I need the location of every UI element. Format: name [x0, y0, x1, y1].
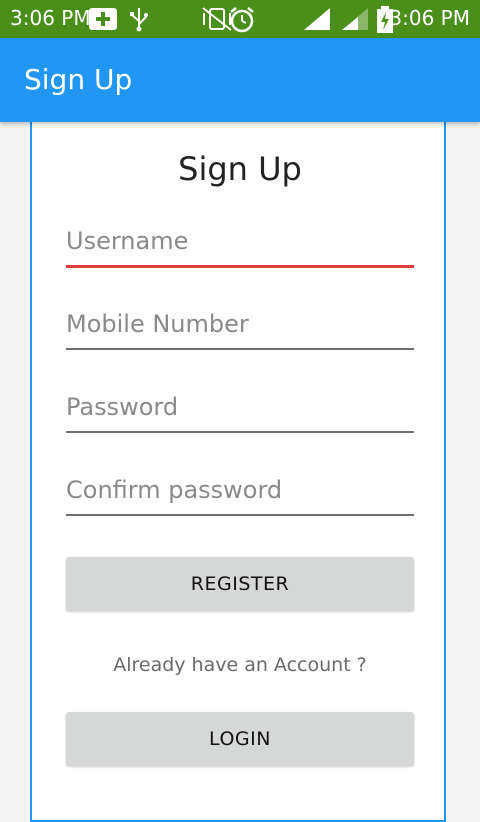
confirm-password-field[interactable]: Confirm password	[66, 474, 414, 516]
signal-icon	[304, 8, 330, 30]
usb-icon	[130, 8, 148, 32]
status-time-left: 3:06 PM	[10, 6, 91, 30]
username-field[interactable]: Username	[66, 225, 414, 268]
register-button[interactable]: REGISTER	[66, 557, 414, 611]
already-have-account-text: Already have an Account ?	[113, 654, 367, 676]
password-placeholder: Password	[66, 393, 179, 421]
form-heading: Sign Up	[178, 150, 302, 188]
alarm-icon	[230, 7, 254, 33]
signal-icon	[342, 8, 368, 30]
app-bar-title: Sign Up	[24, 63, 133, 96]
mobile-number-field[interactable]: Mobile Number	[66, 308, 414, 350]
login-button[interactable]: LOGIN	[66, 712, 414, 766]
confirm-password-placeholder: Confirm password	[66, 476, 283, 504]
app-bar: Sign Up	[0, 38, 480, 122]
status-bar: 3:06 PM 3:06 PM	[0, 0, 480, 38]
username-placeholder: Username	[66, 227, 189, 255]
add-icon	[89, 8, 117, 30]
mobile-number-placeholder: Mobile Number	[66, 310, 249, 338]
status-time-right: 3:06 PM	[389, 6, 470, 30]
password-field[interactable]: Password	[66, 391, 414, 433]
